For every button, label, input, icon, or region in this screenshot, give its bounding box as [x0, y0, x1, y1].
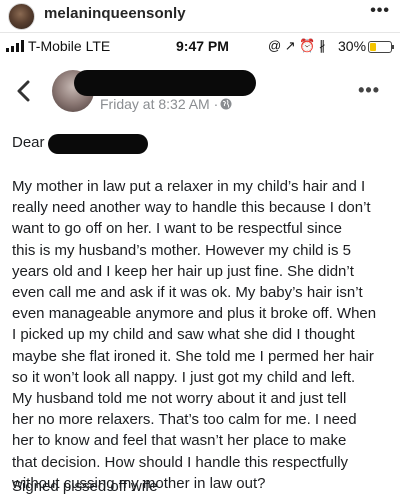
battery-percent: 30%: [338, 38, 367, 54]
post-body-line: maybe she flat ironed it. She told me I …: [12, 347, 374, 365]
battery-nub: [392, 45, 394, 49]
instagram-header: melaninqueensonly •••: [0, 0, 400, 33]
globe-icon: [220, 98, 232, 110]
post-timestamp[interactable]: Friday at 8:32 AM ·: [100, 96, 218, 112]
post-body-line: want to go off on her. I want to be resp…: [12, 220, 342, 238]
clock-time: 9:47 PM: [176, 38, 229, 54]
battery-level-fill: [370, 43, 376, 51]
back-chevron-icon[interactable]: [16, 80, 30, 102]
post-more-options-icon[interactable]: •••: [358, 80, 380, 101]
instagram-avatar[interactable]: [8, 3, 35, 30]
post-body-line: that decision. How should I handle this …: [12, 453, 349, 471]
post-signoff: Signed pissed off wife: [12, 478, 158, 495]
redacted-recipient-name: [48, 134, 148, 154]
post-body-line: even manageable anymore and plus it brok…: [12, 305, 377, 323]
post-body-line: really need another way to handle this b…: [12, 199, 371, 217]
post-body-line: her to know and feel that wasn’t her pla…: [12, 432, 347, 450]
instagram-more-options-icon[interactable]: •••: [370, 2, 390, 20]
post-body-line: her no more relaxers. That’s too calm fo…: [12, 411, 357, 429]
post-body-text: My mother in law put a relaxer in my chi…: [12, 176, 396, 494]
post-body-line: years old and I keep her hair up just fi…: [12, 262, 354, 280]
phone-status-bar: T-Mobile LTE 9:47 PM @ ↗ ⏰ ∦ 30%: [0, 36, 400, 58]
greeting-text: Dear: [12, 134, 45, 151]
signal-strength-icon: [6, 40, 28, 52]
post-body-line: My mother in law put a relaxer in my chi…: [12, 178, 366, 195]
post-body-line: My husband told me not worry about it an…: [12, 390, 347, 408]
carrier-label: T-Mobile LTE: [28, 38, 111, 54]
post-body-line: even call me and ask if it was ok. My ba…: [12, 284, 363, 302]
post-body-line: so it won’t look all nappy. I just got m…: [12, 368, 356, 386]
instagram-username[interactable]: melaninqueensonly: [44, 5, 186, 22]
status-icons: @ ↗ ⏰ ∦: [268, 38, 326, 53]
battery-icon: [368, 41, 392, 53]
redacted-poster-name: [74, 70, 256, 96]
post-body-line: I picked up my child and saw what she di…: [12, 326, 355, 344]
post-body-line: this is my husband’s mother. However my …: [12, 241, 352, 259]
